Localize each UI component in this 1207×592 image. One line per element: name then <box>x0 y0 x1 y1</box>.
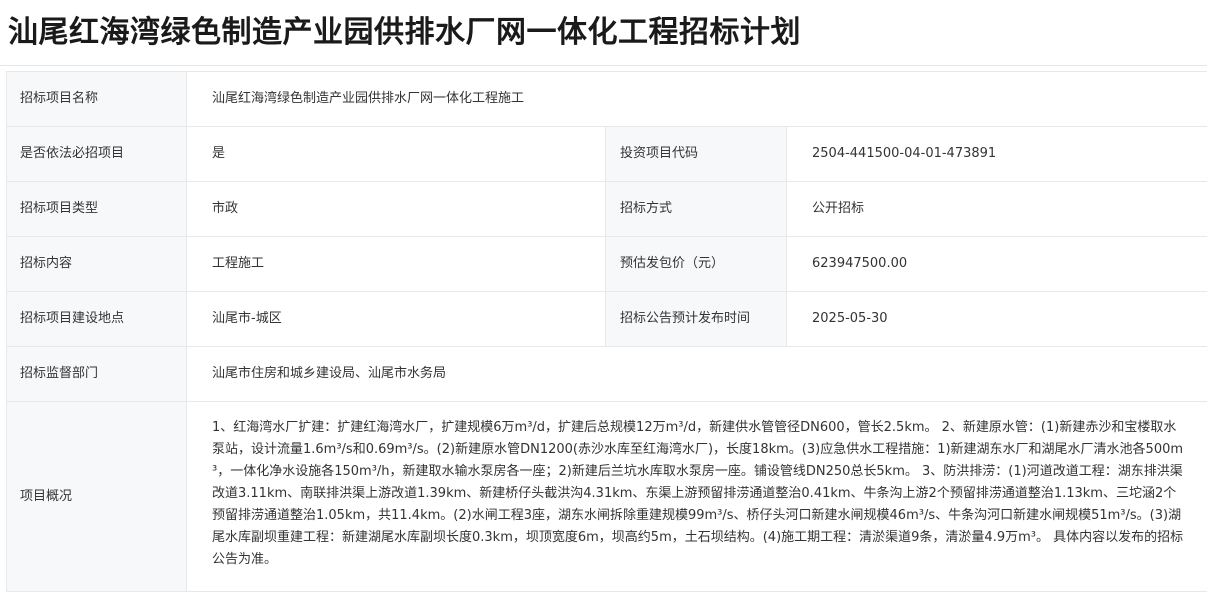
project-type-value: 市政 <box>187 182 606 237</box>
row-mandatory: 是否依法必招项目 是 投资项目代码 2504-441500-04-01-4738… <box>7 127 1207 182</box>
row-project-type: 招标项目类型 市政 招标方式 公开招标 <box>7 182 1207 237</box>
project-type-label: 招标项目类型 <box>7 182 187 237</box>
row-location: 招标项目建设地点 汕尾市-城区 招标公告预计发布时间 2025-05-30 <box>7 292 1207 347</box>
tender-method-value: 公开招标 <box>787 182 1207 237</box>
overview-value: 1、红海湾水厂扩建：扩建红海湾水厂，扩建规模6万m³/d，扩建后总规模12万m³… <box>187 402 1207 592</box>
row-overview: 项目概况 1、红海湾水厂扩建：扩建红海湾水厂，扩建规模6万m³/d，扩建后总规模… <box>7 402 1207 592</box>
supervisor-value: 汕尾市住房和城乡建设局、汕尾市水务局 <box>187 347 1207 402</box>
publish-time-label: 招标公告预计发布时间 <box>606 292 787 347</box>
project-name-label: 招标项目名称 <box>7 72 187 127</box>
tender-content-value: 工程施工 <box>187 237 606 292</box>
project-name-value: 汕尾红海湾绿色制造产业园供排水厂网一体化工程施工 <box>187 72 1207 127</box>
supervisor-label: 招标监督部门 <box>7 347 187 402</box>
investment-code-value: 2504-441500-04-01-473891 <box>787 127 1207 182</box>
row-project-name: 招标项目名称 汕尾红海湾绿色制造产业园供排水厂网一体化工程施工 <box>7 72 1207 127</box>
publish-time-value: 2025-05-30 <box>787 292 1207 347</box>
estimated-price-value: 623947500.00 <box>787 237 1207 292</box>
investment-code-label: 投资项目代码 <box>606 127 787 182</box>
mandatory-label: 是否依法必招项目 <box>7 127 187 182</box>
tender-info-table: 招标项目名称 汕尾红海湾绿色制造产业园供排水厂网一体化工程施工 是否依法必招项目… <box>6 71 1207 592</box>
location-value: 汕尾市-城区 <box>187 292 606 347</box>
page-title: 汕尾红海湾绿色制造产业园供排水厂网一体化工程招标计划 <box>0 0 1207 66</box>
overview-label: 项目概况 <box>7 402 187 592</box>
row-content: 招标内容 工程施工 预估发包价（元） 623947500.00 <box>7 237 1207 292</box>
mandatory-value: 是 <box>187 127 606 182</box>
estimated-price-label: 预估发包价（元） <box>606 237 787 292</box>
location-label: 招标项目建设地点 <box>7 292 187 347</box>
tender-content-label: 招标内容 <box>7 237 187 292</box>
tender-method-label: 招标方式 <box>606 182 787 237</box>
row-supervisor: 招标监督部门 汕尾市住房和城乡建设局、汕尾市水务局 <box>7 347 1207 402</box>
